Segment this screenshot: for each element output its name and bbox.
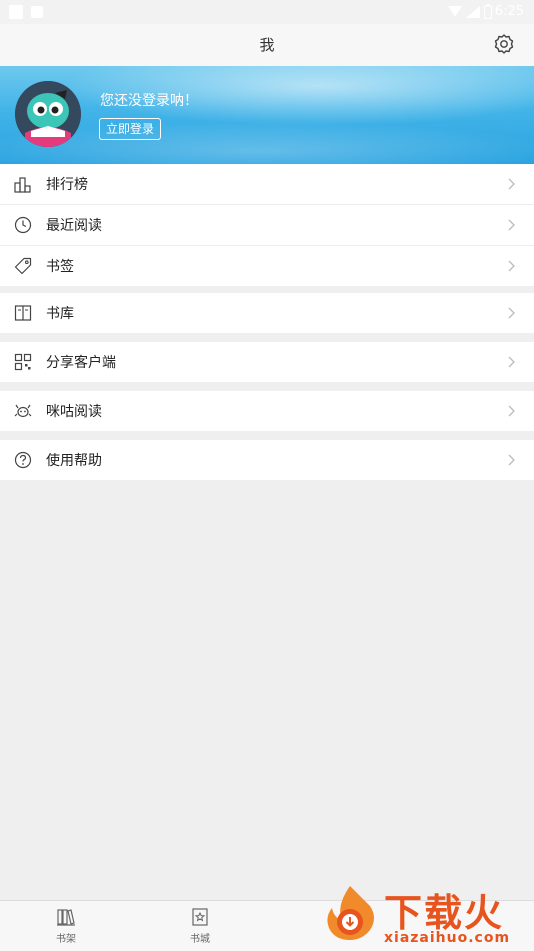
chevron-right-icon: [508, 405, 515, 417]
gear-icon[interactable]: [492, 32, 516, 56]
login-button[interactable]: 立即登录: [99, 118, 162, 140]
page-title: 我: [259, 36, 275, 54]
app-notification-icon: [31, 6, 43, 18]
menu-item-label: 书签: [46, 259, 74, 275]
top-nav-bar: 我: [0, 24, 534, 67]
watermark: 下载火 xiazaihuo.com: [314, 878, 534, 950]
menu-item-recent-reading[interactable]: 最近阅读: [0, 205, 534, 246]
menu-item-ranking[interactable]: 排行榜: [0, 164, 534, 205]
menu-item-label: 书库: [46, 306, 74, 322]
tab-bookstore[interactable]: 书城: [170, 907, 230, 945]
clock-icon: [14, 216, 32, 234]
menu-item-label: 使用帮助: [46, 453, 102, 469]
menu-group-help: 使用帮助: [0, 440, 534, 480]
profile-header: 您还没登录呐！ 立即登录: [0, 66, 534, 164]
chevron-right-icon: [508, 260, 515, 272]
menu-group-migu: 咪咕阅读: [0, 391, 534, 431]
login-hint-text: 您还没登录呐！: [100, 93, 198, 109]
chevron-right-icon: [508, 307, 515, 319]
migu-icon: [14, 404, 32, 418]
avatar[interactable]: [15, 81, 81, 147]
qr-icon: [14, 353, 32, 371]
tab-bookshelf[interactable]: 书架: [36, 907, 96, 945]
flame-logo-icon: [327, 886, 374, 940]
menu-item-label: 咪咕阅读: [46, 404, 102, 420]
menu-item-migu-reading[interactable]: 咪咕阅读: [0, 391, 534, 431]
menu-item-bookmarks[interactable]: 书签: [0, 246, 534, 286]
tab-label: 书城: [190, 934, 210, 945]
menu-group-library: 书库: [0, 293, 534, 333]
bookstore-icon: [192, 908, 208, 926]
chevron-right-icon: [508, 454, 515, 466]
help-icon: [14, 451, 32, 469]
chevron-right-icon: [508, 219, 515, 231]
menu-item-label: 排行榜: [46, 177, 88, 193]
signal-icon: [448, 6, 480, 18]
notification-icon: [9, 5, 23, 19]
menu-item-help[interactable]: 使用帮助: [0, 440, 534, 480]
watermark-url: xiazaihuo.com: [384, 930, 511, 946]
bookshelf-icon: [57, 909, 75, 926]
book-icon: [14, 305, 32, 321]
chevron-right-icon: [508, 178, 515, 190]
mascot-avatar-icon: [15, 81, 81, 147]
menu-item-share-client[interactable]: 分享客户端: [0, 342, 534, 382]
menu-item-label: 分享客户端: [46, 355, 116, 371]
menu-group-share: 分享客户端: [0, 342, 534, 382]
tag-icon: [14, 257, 32, 275]
clock-time: 6:25: [494, 4, 524, 19]
menu-item-label: 最近阅读: [46, 218, 102, 234]
menu-group-main: 排行榜 最近阅读 书签: [0, 164, 534, 286]
watermark-brand: 下载火: [384, 891, 505, 935]
tab-label: 书架: [56, 934, 76, 945]
chevron-right-icon: [508, 356, 515, 368]
battery-icon: [484, 4, 492, 19]
status-bar: 6:25: [0, 0, 534, 24]
menu-item-library[interactable]: 书库: [0, 293, 534, 333]
ranking-icon: [14, 177, 31, 193]
